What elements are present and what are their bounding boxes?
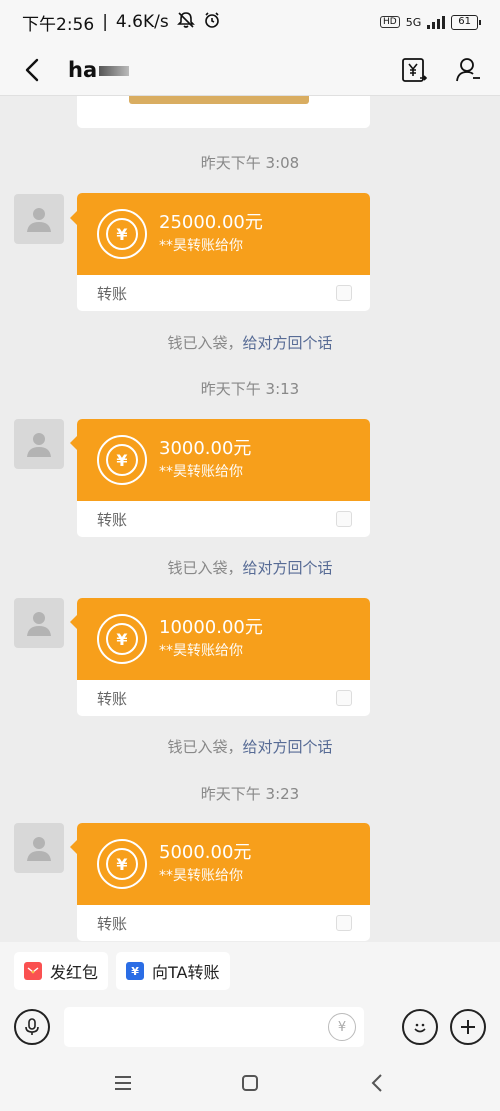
transfer-sender: **昊转账给你 [159,238,243,254]
transfer-coin-icon: ¥ [97,209,147,259]
received-notice: 钱已入袋，给对方回个话 [0,332,500,353]
transfer-label: 转账 [97,689,128,708]
transfer-records-button[interactable] [400,56,428,84]
reply-link[interactable]: 给对方回个话 [243,559,333,577]
status-speed: 4.6K/s [115,12,169,32]
home-square-icon [241,1074,258,1091]
wallet-small-icon [336,511,352,527]
quick-action-bar: 发红包 ¥ 向TA转账 [0,942,500,1000]
transfer-bubble-footer: 转账 [77,275,370,311]
menu-icon [115,1075,132,1090]
transfer-bubble[interactable]: ¥ 10000.00元 **昊转账给你 转账 [77,598,370,716]
avatar[interactable] [14,419,64,469]
message-timestamp: 昨天下午 3:23 [200,785,300,803]
smiley-icon [414,1023,426,1033]
transfer-bubble-footer: 转账 [77,905,370,941]
transfer-coin-icon: ¥ [97,839,147,889]
transfer-coin-icon: ¥ [97,614,147,664]
mute-icon [176,11,195,34]
transfer-bubble[interactable]: ¥ 5000.00元 **昊转账给你 转账 [77,823,370,941]
received-notice-text: 钱已入袋， [167,334,243,352]
chat-title: ha [68,57,130,82]
transfer-bubble-top: ¥ 10000.00元 **昊转账给你 [77,598,370,680]
received-notice: 钱已入袋，给对方回个话 [0,736,500,757]
reply-link[interactable]: 给对方回个话 [243,738,333,756]
message-input[interactable]: ¥ [64,1007,364,1047]
received-notice-text: 钱已入袋， [167,559,243,577]
emoji-button[interactable] [402,1009,438,1045]
transfer-amount: 3000.00元 [159,438,252,459]
chevron-left-icon [25,58,39,81]
battery-icon: 61 [451,14,481,30]
plus-icon [461,1020,475,1034]
transfer-bubble-footer: 转账 [77,680,370,716]
transfer-bubble-top: ¥ 5000.00元 **昊转账给你 [77,823,370,905]
user-icon [456,57,480,81]
signal-icon [427,15,446,29]
name-mosaic [99,65,130,76]
alarm-icon [203,11,221,34]
transfer-label: 转账 [97,510,128,529]
transfer-sender: **昊转账给你 [159,643,243,659]
status-time: 下午2:56 [22,14,95,35]
transfer-bubble[interactable]: ¥ 3000.00元 **昊转账给你 转账 [77,419,370,537]
transfer-sender: **昊转账给你 [159,464,243,480]
received-notice-text: 钱已入袋， [167,738,243,756]
transfer-amount: 25000.00元 [159,212,263,233]
transfer-bubble[interactable]: ¥ 25000.00元 **昊转账给你 转账 [77,193,370,311]
transfer-amount: 5000.00元 [159,842,252,863]
transfer-to-user-label: 向TA转账 [152,963,220,982]
status-divider: | [102,12,108,32]
status-bar: 下午2:56 | 4.6K/s HD 5G 61 [0,0,500,44]
transfer-bubble-top: ¥ 3000.00元 **昊转账给你 [77,419,370,501]
chat-area[interactable]: 昨天下午 3:08 ¥ 25000.00元 **昊转账给你 转账 钱已入袋，给对… [0,96,500,942]
chat-header: ha [0,44,500,96]
voice-button[interactable] [14,1009,50,1045]
default-avatar-icon [27,837,51,861]
input-bar: ¥ [0,1000,500,1054]
wallet-small-icon [336,285,352,301]
more-button[interactable] [450,1009,486,1045]
red-packet-button[interactable]: 发红包 [14,952,109,990]
default-avatar-icon [27,208,51,232]
transfer-bubble-top: ¥ 25000.00元 **昊转账给你 [77,193,370,275]
home-nav-button[interactable] [230,1063,270,1103]
quick-transfer-icon[interactable]: ¥ [328,1013,356,1041]
red-packet-icon [24,962,42,980]
transfer-bubble-footer: 转账 [77,501,370,537]
received-notice: 钱已入袋，给对方回个话 [0,557,500,578]
default-avatar-icon [27,433,51,457]
previous-bubble-decoration [129,96,309,104]
avatar[interactable] [14,194,64,244]
default-avatar-icon [27,612,51,636]
transfer-amount: 10000.00元 [159,617,263,638]
transfer-icon: ¥ [126,962,145,980]
wallet-small-icon [336,915,352,931]
network-label: 5G [405,15,422,29]
yuan-exchange-icon [402,57,428,82]
microphone-icon [25,1018,39,1035]
system-navigation-bar [0,1054,500,1111]
previous-transfer-bubble[interactable] [77,96,370,128]
message-timestamp: 昨天下午 3:08 [200,154,300,172]
menu-nav-button[interactable] [103,1063,143,1103]
back-button[interactable] [18,56,46,84]
transfer-label: 转账 [97,914,128,933]
profile-button[interactable] [454,56,482,84]
avatar[interactable] [14,823,64,873]
transfer-to-user-button[interactable]: ¥ 向TA转账 [116,952,230,990]
red-packet-label: 发红包 [50,963,99,982]
back-arrow-icon [371,1073,382,1092]
wallet-small-icon [336,690,352,706]
avatar[interactable] [14,598,64,648]
transfer-sender: **昊转账给你 [159,868,243,884]
reply-link[interactable]: 给对方回个话 [243,334,333,352]
message-timestamp: 昨天下午 3:13 [200,380,300,398]
transfer-coin-icon: ¥ [97,435,147,485]
chat-title-text: ha [68,57,98,82]
hd-badge: HD [380,16,400,28]
transfer-label: 转账 [97,284,128,303]
back-nav-button[interactable] [357,1063,397,1103]
